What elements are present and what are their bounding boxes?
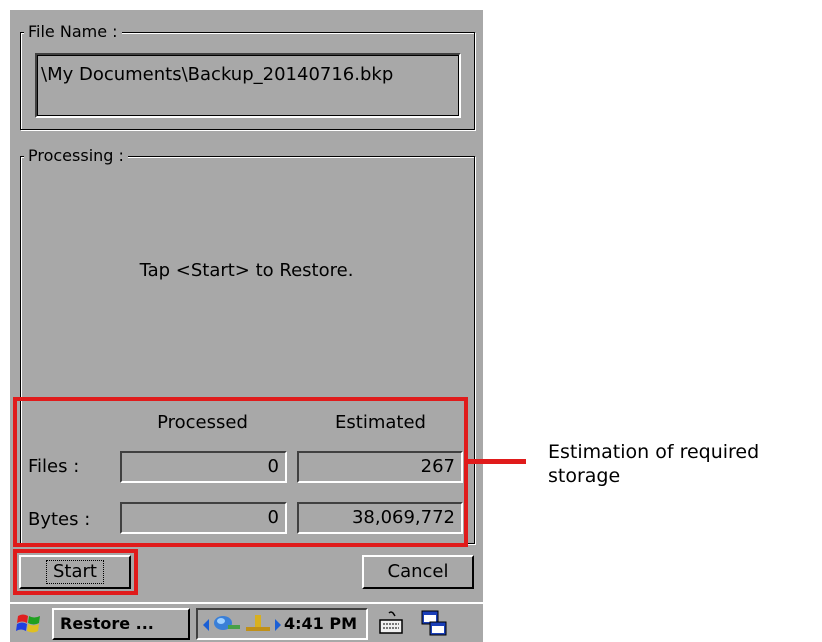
arrow-left-icon[interactable]: [202, 617, 210, 636]
clock[interactable]: 4:41 PM: [284, 613, 357, 635]
desktop-switch-icon[interactable]: [420, 609, 448, 637]
cancel-button[interactable]: Cancel: [362, 555, 474, 589]
start-highlight-box: [13, 549, 138, 595]
windows-start-icon[interactable]: [14, 610, 44, 638]
file-name-legend: File Name :: [24, 22, 122, 42]
connection-icon[interactable]: [244, 613, 272, 639]
annotation-line-1: Estimation of required: [548, 441, 760, 463]
keyboard-icon[interactable]: [377, 610, 405, 638]
arrow-right-icon[interactable]: [274, 617, 282, 636]
taskbar: Restore ... 4:41 PM: [10, 602, 483, 642]
system-tray: 4:41 PM: [196, 608, 368, 640]
restore-window: File Name : \My Documents\Backup_2014071…: [10, 10, 483, 642]
network-icon[interactable]: [212, 613, 242, 639]
status-message: Tap <Start> to Restore.: [139, 260, 354, 281]
processing-legend: Processing :: [24, 146, 128, 166]
annotation-connector: [468, 459, 526, 464]
stats-highlight-box: [13, 397, 468, 547]
annotation-line-2: storage: [548, 465, 621, 487]
annotation-text: Estimation of required storage: [548, 440, 818, 488]
file-path-field[interactable]: \My Documents\Backup_20140716.bkp: [35, 53, 461, 118]
restore-task-button[interactable]: Restore ...: [52, 608, 190, 640]
restore-task-label: Restore ...: [60, 614, 154, 633]
